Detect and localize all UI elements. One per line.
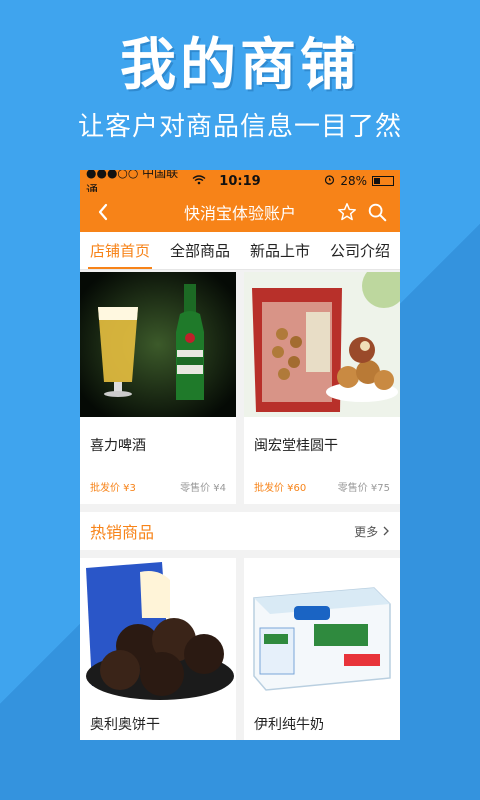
tab-all-products[interactable]: 全部商品 (168, 232, 232, 269)
product-name: 喜力啤酒 (90, 438, 146, 454)
beer-image (80, 272, 236, 417)
product-name: 闽宏堂桂圆干 (254, 438, 338, 454)
longan-image (244, 272, 400, 417)
phone-screen: ●●●○○ 中国联通 10:19 28% 快消宝体验账户 店铺首页 全部商品 新… (80, 170, 400, 740)
hot-card-oreo[interactable]: 奥利奥饼干 (80, 558, 236, 740)
status-bar: ●●●○○ 中国联通 10:19 28% (80, 170, 400, 197)
status-right: 28% (274, 174, 394, 188)
oreo-image (80, 558, 236, 708)
nav-actions (336, 201, 388, 227)
alarm-icon (324, 174, 335, 188)
status-time: 10:19 (219, 173, 261, 189)
hot-product-name: 伊利纯牛奶 (254, 717, 324, 733)
product-card-longan[interactable]: 闽宏堂桂圆干 批发价 ¥60 零售价 ¥75 (244, 272, 400, 504)
more-label: 更多 (354, 524, 379, 539)
retail-price: 零售价 ¥75 (337, 483, 390, 494)
tab-company-intro[interactable]: 公司介绍 (328, 232, 392, 269)
more-link[interactable]: 更多 (354, 523, 390, 540)
promo-headline: 我的商铺 (120, 32, 360, 98)
tab-home[interactable]: 店铺首页 (87, 232, 153, 269)
wifi-icon (192, 174, 206, 188)
hot-products-grid: 奥利奥饼干 伊利纯牛奶 (80, 558, 400, 740)
retail-price: 零售价 ¥4 (180, 483, 226, 494)
star-icon[interactable] (336, 201, 358, 227)
search-icon[interactable] (366, 201, 388, 227)
hot-products-title: 热销商品 (90, 523, 155, 542)
milk-image (244, 558, 400, 708)
price-row: 批发价 ¥3 零售价 ¥4 (80, 469, 236, 504)
hot-product-name: 奥利奥饼干 (90, 717, 160, 733)
battery-percent: 28% (340, 174, 367, 188)
battery-icon (372, 176, 394, 186)
shop-tabs: 店铺首页 全部商品 新品上市 公司介绍 (80, 232, 400, 270)
product-card-beer[interactable]: 喜力啤酒 批发价 ¥3 零售价 ¥4 (80, 272, 236, 504)
hot-card-yili-milk[interactable]: 伊利纯牛奶 (244, 558, 400, 740)
price-row: 批发价 ¥60 零售价 ¥75 (244, 469, 400, 504)
hot-products-header: 热销商品 更多 (80, 512, 400, 550)
promo-subhead: 让客户对商品信息一目了然 (77, 112, 402, 142)
nav-bar: 快消宝体验账户 (80, 192, 400, 232)
chevron-right-icon (382, 525, 390, 539)
product-grid: 喜力啤酒 批发价 ¥3 零售价 ¥4 闽宏堂桂圆干 批发价 ¥60 零售价 ¥7… (80, 272, 400, 504)
tab-new-arrivals[interactable]: 新品上市 (248, 232, 312, 269)
wholesale-price: 批发价 ¥3 (90, 483, 136, 494)
wholesale-price: 批发价 ¥60 (254, 483, 307, 494)
